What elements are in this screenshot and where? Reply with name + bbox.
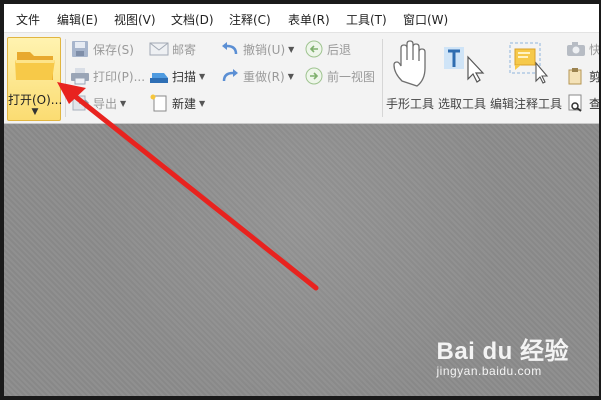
redo-button[interactable]: 重做(R) ▼ [220, 66, 294, 86]
back-label: 后退 [327, 42, 352, 57]
menu-document[interactable]: 文档(D) [171, 11, 214, 28]
mail-icon [149, 40, 169, 58]
camera-icon [566, 40, 586, 58]
hand-tool-label: 手形工具 [385, 97, 434, 111]
menu-view[interactable]: 视图(V) [114, 11, 156, 28]
find-label: 查 [589, 96, 599, 111]
text-select-icon [436, 37, 488, 89]
printer-icon [70, 67, 90, 85]
open-button-label: 打开(O)... [8, 93, 63, 107]
forward-arrow-icon [304, 67, 324, 85]
folder-icon [14, 44, 56, 88]
chevron-down-icon[interactable]: ▼ [120, 99, 126, 108]
redo-label: 重做(R) [243, 69, 285, 84]
clipboard-button[interactable]: 剪 [566, 66, 599, 86]
scanner-icon [149, 67, 169, 85]
edit-annotation-tool-button[interactable]: 编辑注释工具 [489, 37, 563, 117]
quick-button[interactable]: 快 [566, 39, 599, 59]
find-button[interactable]: 查 [566, 93, 599, 113]
scan-button[interactable]: 扫描 ▼ [149, 66, 205, 86]
new-button[interactable]: 新建 ▼ [149, 93, 205, 113]
chevron-down-icon[interactable]: ▼ [8, 107, 62, 117]
clipboard-icon [566, 67, 586, 85]
open-button[interactable]: 打开(O)... ▼ [7, 37, 63, 121]
select-tool-label: 选取工具 [437, 97, 486, 111]
annotation-edit-icon [489, 37, 563, 89]
menu-form[interactable]: 表单(R) [288, 11, 330, 28]
divider [65, 39, 66, 117]
print-button[interactable]: 打印(P)... [70, 66, 145, 86]
document-canvas[interactable]: Bai du 经验 jingyan.baidu.com [4, 124, 599, 396]
menu-bar: 文件 编辑(E) 视图(V) 文档(D) 注释(C) 表单(R) 工具(T) 窗… [4, 4, 599, 33]
edit-annotation-tool-label: 编辑注释工具 [489, 97, 562, 111]
prev-view-button[interactable]: 前一视图 [304, 66, 375, 86]
watermark-brand: Bai du 经验 [436, 338, 569, 365]
mail-label: 邮寄 [172, 42, 197, 57]
scan-label: 扫描 [172, 69, 197, 84]
undo-label: 撤销(U) [243, 42, 286, 57]
menu-comment[interactable]: 注释(C) [229, 11, 271, 28]
watermark-url: jingyan.baidu.com [436, 364, 542, 378]
prev-view-label: 前一视图 [327, 69, 376, 84]
find-icon [566, 94, 586, 112]
menu-edit[interactable]: 编辑(E) [57, 11, 98, 28]
save-button[interactable]: 保存(S) [70, 39, 134, 59]
hand-tool-button[interactable]: 手形工具 [385, 37, 435, 117]
new-document-icon [149, 94, 169, 112]
baidu-jingyan-watermark: Bai du 经验 jingyan.baidu.com [436, 331, 569, 378]
chevron-down-icon[interactable]: ▼ [199, 99, 205, 108]
select-tool-button[interactable]: 选取工具 [436, 37, 488, 117]
menu-tools[interactable]: 工具(T) [346, 11, 387, 28]
print-label: 打印(P)... [93, 69, 146, 84]
export-label: 导出 [93, 96, 118, 111]
back-button[interactable]: 后退 [304, 39, 351, 59]
export-button[interactable]: 导出 ▼ [70, 93, 126, 113]
ribbon-toolbar: 打开(O)... ▼ 保存(S) 打印(P)... 导出 ▼ 邮寄 扫描 ▼ 新… [4, 33, 599, 124]
clipboard-label: 剪 [589, 69, 599, 84]
redo-icon [220, 67, 240, 85]
export-icon [70, 94, 90, 112]
chevron-down-icon[interactable]: ▼ [199, 72, 205, 81]
save-icon [70, 40, 90, 58]
hand-icon [385, 37, 435, 89]
chevron-down-icon[interactable]: ▼ [288, 72, 294, 81]
back-arrow-icon [304, 40, 324, 58]
quick-label: 快 [589, 42, 599, 57]
undo-button[interactable]: 撤销(U) ▼ [220, 39, 294, 59]
undo-icon [220, 40, 240, 58]
divider [382, 39, 383, 117]
new-label: 新建 [172, 96, 197, 111]
save-label: 保存(S) [93, 42, 134, 57]
menu-file[interactable]: 文件 [16, 11, 40, 28]
menu-window[interactable]: 窗口(W) [403, 11, 448, 28]
app-window: 文件 编辑(E) 视图(V) 文档(D) 注释(C) 表单(R) 工具(T) 窗… [4, 4, 599, 396]
mail-button[interactable]: 邮寄 [149, 39, 196, 59]
chevron-down-icon[interactable]: ▼ [288, 45, 294, 54]
